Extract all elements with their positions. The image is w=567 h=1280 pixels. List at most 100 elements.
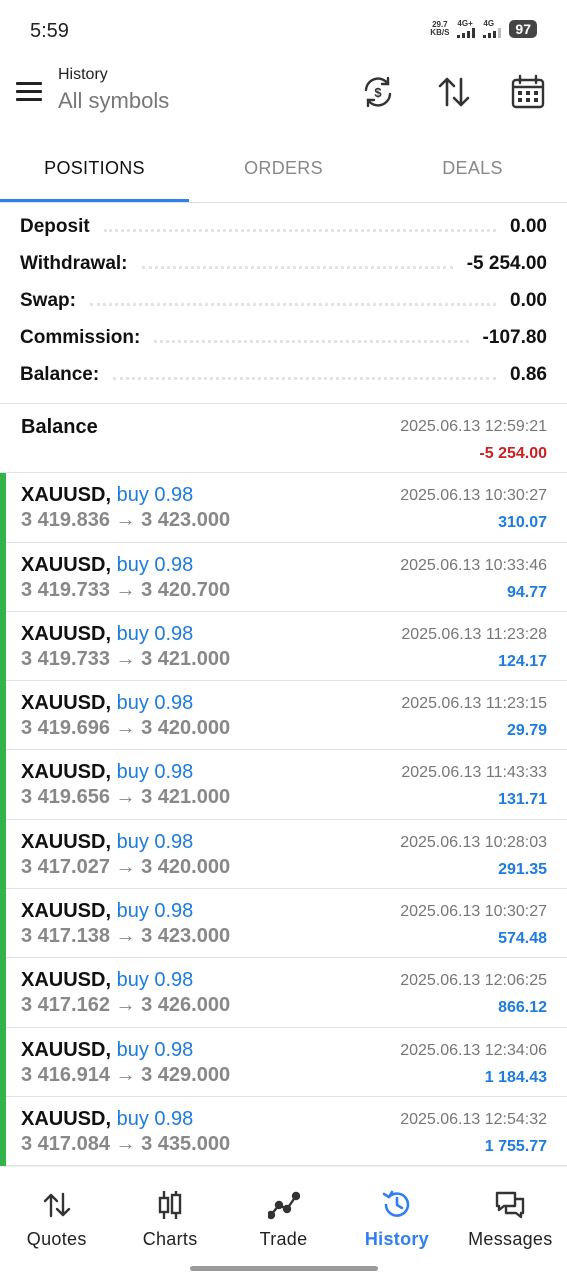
- position-prices: 3 419.733 → 3 421.000: [21, 647, 231, 670]
- position-title: XAUUSD, buy 0.98: [21, 623, 193, 646]
- position-row[interactable]: XAUUSD, buy 0.98 3 419.836 → 3 423.000 202…: [0, 473, 567, 543]
- position-title: XAUUSD, buy 0.98: [21, 969, 193, 992]
- nav-charts[interactable]: Charts: [113, 1167, 226, 1280]
- position-side-volume: buy 0.98: [116, 553, 194, 576]
- position-row[interactable]: XAUUSD, buy 0.98 3 419.733 → 3 421.000 202…: [0, 611, 567, 682]
- position-symbol: XAUUSD,: [21, 830, 112, 853]
- position-side-volume: buy 0.98: [116, 969, 194, 992]
- position-symbol: XAUUSD,: [21, 553, 112, 576]
- position-side-volume: buy 0.98: [116, 692, 194, 715]
- position-profit: 574.48: [498, 930, 547, 948]
- position-profit: 29.79: [506, 722, 547, 740]
- position-datetime: 2025.06.13 10:30:27: [400, 487, 547, 505]
- bottom-navigation: Quotes Charts Trade History Messages: [0, 1166, 567, 1280]
- position-datetime: 2025.06.13 12:54:32: [400, 1110, 547, 1128]
- summary-row-withdrawal: Withdrawal: -5 254.00: [20, 252, 547, 274]
- position-title: XAUUSD, buy 0.98: [21, 692, 193, 715]
- position-symbol: XAUUSD,: [21, 969, 112, 992]
- position-symbol: XAUUSD,: [21, 622, 112, 645]
- trade-icon: [267, 1191, 300, 1220]
- status-icons: 29.7 KB/S 4G+ 4G 97: [430, 20, 537, 38]
- status-bar: 5:59 29.7 KB/S 4G+ 4G 97: [0, 0, 567, 60]
- nav-history[interactable]: History: [340, 1167, 453, 1280]
- history-tabs: POSITIONS ORDERS DEALS: [0, 140, 567, 204]
- position-symbol: XAUUSD,: [21, 900, 112, 923]
- balance-entry[interactable]: Balance 2025.06.13 12:59:21 -5 254.00: [0, 404, 567, 474]
- position-title: XAUUSD, buy 0.98: [21, 1108, 193, 1131]
- svg-text:$: $: [374, 85, 382, 100]
- tab-orders[interactable]: ORDERS: [189, 140, 378, 204]
- position-row[interactable]: XAUUSD, buy 0.98 3 419.733 → 3 420.700 202…: [0, 542, 567, 612]
- buy-indicator-bar: [0, 542, 6, 612]
- buy-indicator-bar: [0, 889, 6, 959]
- position-side-volume: buy 0.98: [116, 830, 194, 853]
- network-speed: 29.7 KB/S: [430, 20, 450, 37]
- position-side-volume: buy 0.98: [116, 1107, 194, 1130]
- summary-row-commission: Commission: -107.80: [20, 326, 547, 348]
- buy-indicator-bar: [0, 1096, 6, 1167]
- position-datetime: 2025.06.13 10:33:46: [400, 556, 547, 574]
- position-datetime: 2025.06.13 12:06:25: [400, 972, 547, 990]
- header-title-block: History All symbols: [58, 66, 169, 114]
- position-symbol: XAUUSD,: [21, 1107, 112, 1130]
- page-title: History: [58, 66, 108, 83]
- buy-indicator-bar: [0, 750, 6, 820]
- history-icon: [382, 1190, 410, 1217]
- position-side-volume: buy 0.98: [116, 484, 194, 507]
- tab-positions[interactable]: POSITIONS: [0, 140, 189, 204]
- position-symbol: XAUUSD,: [21, 484, 112, 507]
- position-row[interactable]: XAUUSD, buy 0.98 3 417.027 → 3 420.000 202…: [0, 819, 567, 890]
- buy-indicator-bar: [0, 819, 6, 890]
- position-profit: 1 755.77: [484, 1137, 547, 1155]
- position-profit: 291.35: [498, 860, 547, 878]
- position-prices: 3 419.836 → 3 423.000: [21, 509, 231, 532]
- nav-quotes[interactable]: Quotes: [0, 1167, 113, 1280]
- buy-indicator-bar: [0, 958, 6, 1028]
- sync-currency-icon[interactable]: $: [360, 74, 396, 110]
- position-profit: 1 184.43: [484, 1068, 547, 1086]
- position-datetime: 2025.06.13 10:28:03: [400, 833, 547, 851]
- position-row[interactable]: XAUUSD, buy 0.98 3 417.084 → 3 435.000 202…: [0, 1096, 567, 1167]
- position-prices: 3 419.696 → 3 420.000: [21, 717, 231, 740]
- summary-row-deposit: Deposit 0.00: [20, 215, 547, 237]
- position-profit: 94.77: [506, 583, 547, 601]
- position-symbol: XAUUSD,: [21, 761, 112, 784]
- position-title: XAUUSD, buy 0.98: [21, 1039, 193, 1062]
- position-symbol: XAUUSD,: [21, 692, 112, 715]
- symbol-filter[interactable]: All symbols: [58, 88, 169, 114]
- position-profit: 124.17: [498, 652, 547, 670]
- position-title: XAUUSD, buy 0.98: [21, 761, 193, 784]
- home-indicator[interactable]: [190, 1266, 378, 1271]
- nav-trade[interactable]: Trade: [227, 1167, 340, 1280]
- position-row[interactable]: XAUUSD, buy 0.98 3 417.162 → 3 426.000 202…: [0, 958, 567, 1028]
- position-row[interactable]: XAUUSD, buy 0.98 3 419.656 → 3 421.000 202…: [0, 750, 567, 820]
- position-profit: 310.07: [498, 514, 547, 532]
- summary-row-swap: Swap: 0.00: [20, 289, 547, 311]
- tab-deals[interactable]: DEALS: [378, 140, 567, 204]
- menu-icon[interactable]: [16, 82, 42, 102]
- summary-panel: Deposit 0.00 Withdrawal: -5 254.00 Swap: 0.…: [0, 208, 567, 393]
- position-prices: 3 417.084 → 3 435.000: [21, 1132, 231, 1155]
- nav-messages[interactable]: Messages: [454, 1167, 567, 1280]
- position-prices: 3 417.027 → 3 420.000: [21, 855, 231, 878]
- position-datetime: 2025.06.13 11:43:33: [401, 764, 547, 782]
- position-row[interactable]: XAUUSD, buy 0.98 3 417.138 → 3 423.000 202…: [0, 889, 567, 959]
- quotes-icon: [43, 1192, 70, 1218]
- balance-entry-amount: -5 254.00: [479, 445, 547, 462]
- position-title: XAUUSD, buy 0.98: [21, 831, 193, 854]
- calendar-icon[interactable]: [510, 74, 546, 110]
- position-datetime: 2025.06.13 10:30:27: [400, 903, 547, 921]
- position-datetime: 2025.06.13 11:23:28: [401, 625, 547, 643]
- sort-icon[interactable]: [436, 74, 472, 110]
- position-row[interactable]: XAUUSD, buy 0.98 3 419.696 → 3 420.000 202…: [0, 681, 567, 751]
- signal-icon: 4G+: [457, 20, 476, 38]
- position-prices: 3 419.656 → 3 421.000: [21, 786, 231, 809]
- position-side-volume: buy 0.98: [116, 761, 194, 784]
- position-profit: 866.12: [498, 999, 547, 1017]
- position-datetime: 2025.06.13 12:34:06: [400, 1041, 547, 1059]
- position-side-volume: buy 0.98: [116, 900, 194, 923]
- position-row[interactable]: XAUUSD, buy 0.98 3 416.914 → 3 429.000 202…: [0, 1027, 567, 1097]
- charts-icon: [158, 1191, 182, 1219]
- position-prices: 3 416.914 → 3 429.000: [21, 1063, 231, 1086]
- position-title: XAUUSD, buy 0.98: [21, 554, 193, 577]
